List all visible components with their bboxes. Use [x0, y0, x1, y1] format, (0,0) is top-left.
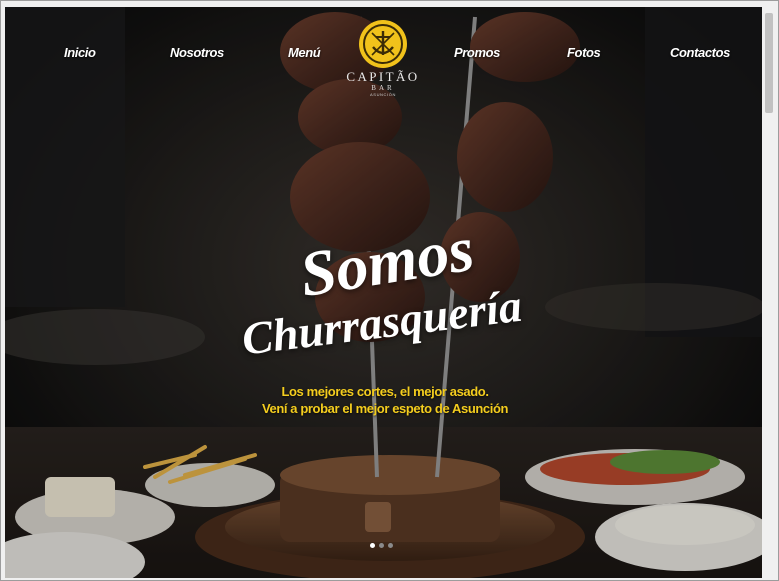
hero-tagline: Los mejores cortes, el mejor asado. Vení… [235, 383, 535, 417]
logo-city: ASUNCIÓN [370, 92, 396, 97]
carousel-indicators [370, 543, 397, 549]
carousel-dot-2[interactable] [379, 543, 384, 548]
nav-fotos[interactable]: Fotos [567, 45, 601, 60]
carousel-dot-3[interactable] [388, 543, 393, 548]
brand-logo[interactable]: CAPITÃO BAR ASUNCIÓN [341, 19, 425, 105]
nav-nosotros[interactable]: Nosotros [170, 45, 224, 60]
hero-tagline-line-2: Vení a probar el mejor espeto de Asunció… [261, 401, 509, 416]
anchor-emblem-icon [359, 20, 407, 68]
hero-section: Inicio Nosotros Menú Promos Fotos Contac… [5, 7, 762, 578]
vertical-scrollbar[interactable] [762, 7, 776, 578]
scrollbar-thumb[interactable] [765, 13, 773, 113]
nav-menu[interactable]: Menú [288, 45, 321, 60]
nav-promos[interactable]: Promos [454, 45, 500, 60]
nav-contactos[interactable]: Contactos [670, 45, 730, 60]
nav-inicio[interactable]: Inicio [64, 45, 96, 60]
hero-tagline-line-1: Los mejores cortes, el mejor asado. [281, 384, 489, 399]
carousel-dot-1[interactable] [370, 543, 375, 548]
logo-name: CAPITÃO [346, 69, 420, 84]
logo-sub: BAR [371, 84, 395, 92]
browser-window: Inicio Nosotros Menú Promos Fotos Contac… [0, 0, 779, 581]
